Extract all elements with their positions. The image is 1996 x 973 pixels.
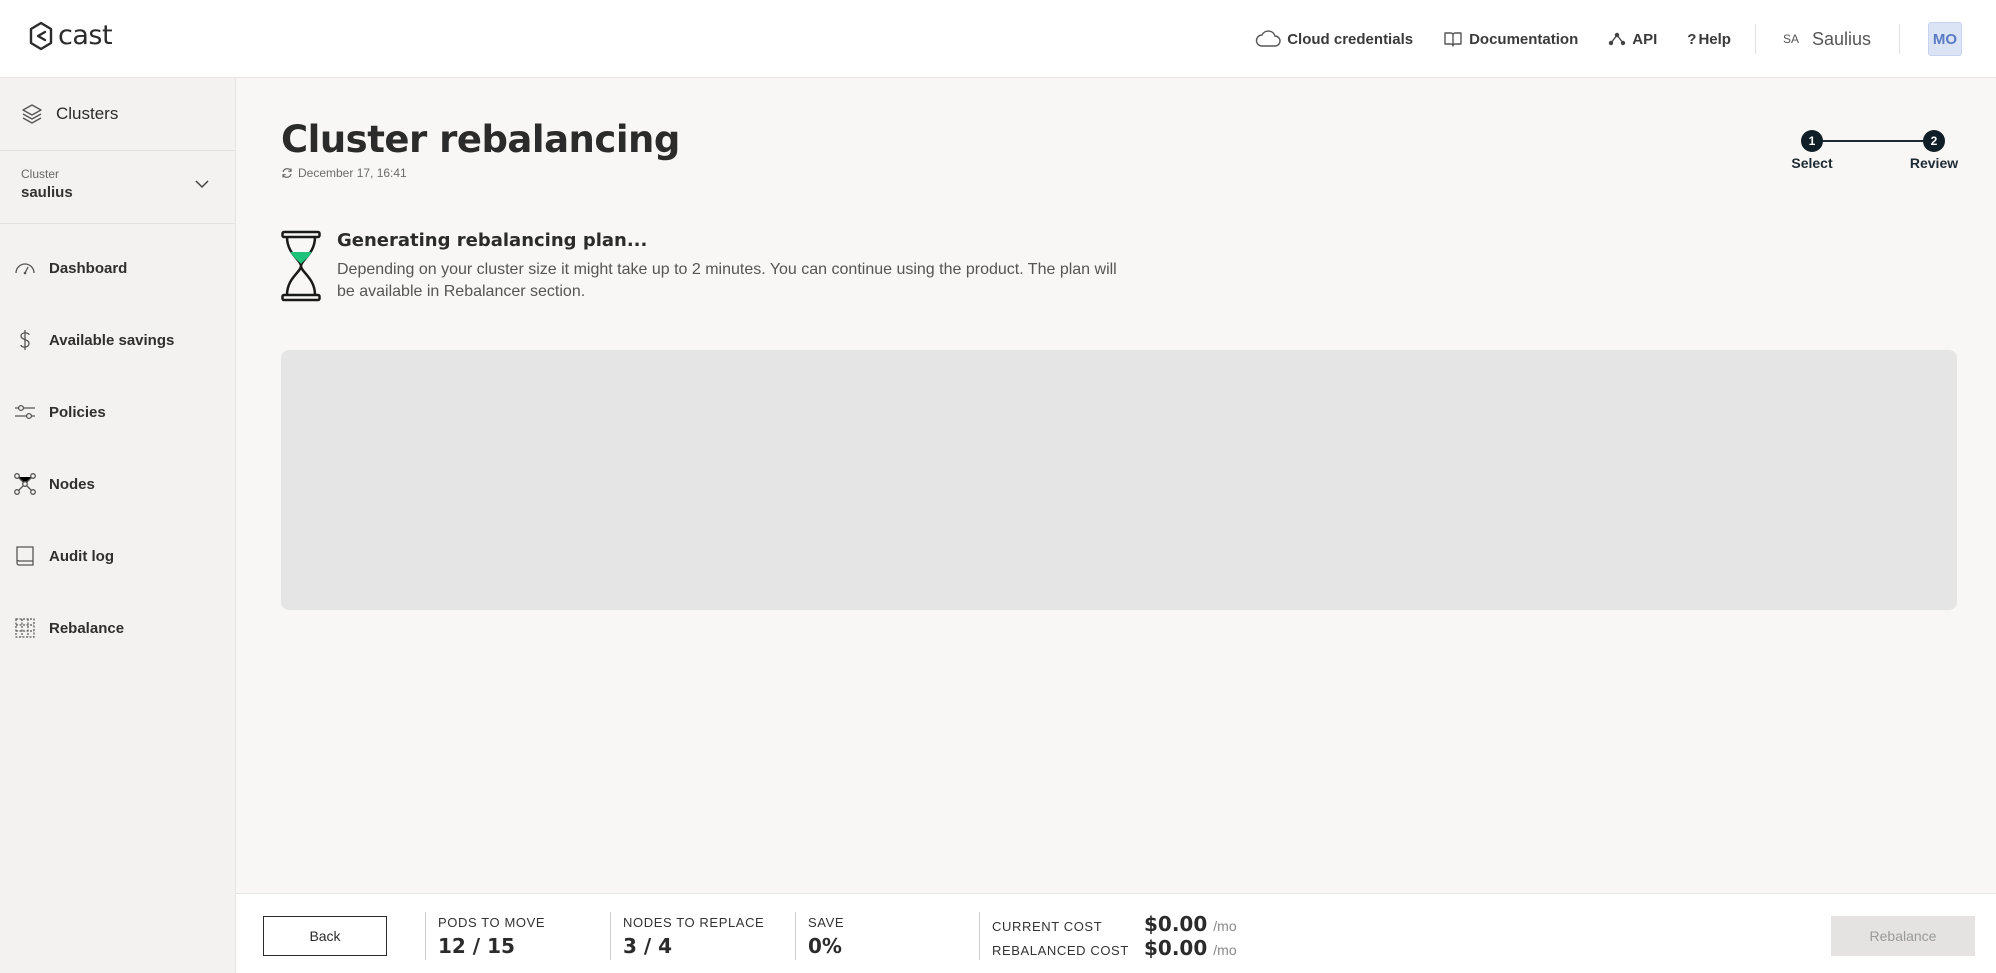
sidebar: Clusters Cluster saulius Dashboard Avail…	[0, 78, 236, 973]
cost-stat: CURRENT COST $0.00 /mo REBALANCED COST $…	[979, 912, 1299, 960]
timestamp-text: December 17, 16:41	[298, 166, 407, 180]
save-stat: SAVE 0%	[795, 912, 981, 960]
nav-api[interactable]: API	[1608, 31, 1657, 48]
step-label: Select	[1791, 155, 1833, 171]
stat-value: 3 / 4	[623, 934, 673, 958]
sidebar-item-label: Nodes	[49, 475, 95, 493]
sidebar-item-rebalance[interactable]: Rebalance	[0, 592, 235, 664]
sidebar-item-policies[interactable]: Policies	[0, 376, 235, 448]
cost-unit: /mo	[1213, 942, 1237, 958]
hourglass-icon	[281, 230, 321, 302]
step-label: Review	[1909, 155, 1959, 171]
pods-to-move-stat: PODS TO MOVE 12 / 15	[425, 912, 611, 960]
nav-label: API	[1632, 30, 1658, 48]
stat-label: NODES TO REPLACE	[623, 915, 765, 930]
step-number: 2	[1923, 130, 1945, 152]
generating-status: Generating rebalancing plan... Depending…	[281, 230, 1117, 303]
api-icon	[1609, 32, 1626, 46]
sidebar-nav: Dashboard Available savings Policies Nod…	[0, 224, 235, 664]
sliders-icon	[15, 404, 35, 420]
top-header: cast Cloud credentials Documentation API…	[0, 0, 1996, 78]
nav-documentation[interactable]: Documentation	[1443, 30, 1578, 48]
stat-label: PODS TO MOVE	[438, 915, 546, 930]
sidebar-item-label: Rebalance	[49, 619, 125, 637]
status-text-block: Generating rebalancing plan... Depending…	[337, 230, 1117, 303]
page-title: Cluster rebalancing	[281, 118, 680, 161]
user-initials: SA	[1782, 32, 1799, 46]
cost-value: $0.00	[1144, 912, 1208, 936]
nodes-to-replace-stat: NODES TO REPLACE 3 / 4	[610, 912, 796, 960]
cluster-select-value: saulius	[21, 184, 73, 201]
user-menu[interactable]: SA Saulius	[1780, 29, 1871, 50]
grid-icon	[15, 618, 35, 638]
step-review: 2 Review	[1910, 130, 1958, 171]
sidebar-item-label: Dashboard	[49, 259, 128, 277]
footer-bar: Back PODS TO MOVE 12 / 15 NODES TO REPLA…	[236, 893, 1996, 973]
sidebar-item-label: Policies	[49, 403, 106, 421]
sidebar-item-nodes[interactable]: Nodes	[0, 448, 235, 520]
refresh-icon[interactable]	[281, 167, 293, 179]
back-button[interactable]: Back	[263, 916, 387, 956]
plan-loading-placeholder	[281, 350, 1957, 610]
user-name: Saulius	[1811, 28, 1871, 49]
nav-label: Cloud credentials	[1287, 30, 1414, 48]
nav-divider	[1754, 24, 1756, 54]
rebalance-button[interactable]: Rebalance	[1831, 916, 1975, 956]
cost-unit: /mo	[1213, 918, 1237, 934]
chevron-down-icon	[195, 180, 209, 189]
cost-label: REBALANCED COST	[992, 943, 1129, 958]
sidebar-clusters-link[interactable]: Clusters	[0, 78, 235, 151]
current-cost-row: CURRENT COST $0.00 /mo	[992, 912, 1299, 936]
nodes-icon	[14, 473, 36, 495]
last-updated: December 17, 16:41	[281, 166, 407, 180]
sidebar-item-dashboard[interactable]: Dashboard	[0, 232, 235, 304]
org-badge[interactable]: MO	[1928, 22, 1962, 56]
cast-logo[interactable]: cast	[28, 20, 113, 51]
main-content: Cluster rebalancing December 17, 16:41 1…	[236, 78, 1996, 893]
status-description: Depending on your cluster size it might …	[337, 261, 1117, 300]
progress-stepper: 1 Select 2 Review	[1788, 130, 1958, 176]
cast-logo-icon	[29, 21, 53, 50]
stat-value: 12 / 15	[438, 934, 515, 958]
clusters-label: Clusters	[56, 104, 119, 123]
layers-icon	[22, 104, 42, 124]
dollar-icon	[20, 330, 30, 350]
status-title: Generating rebalancing plan...	[337, 230, 648, 251]
step-select: 1 Select	[1788, 130, 1836, 171]
cluster-select-label: Cluster	[21, 167, 60, 181]
cloud-icon	[1256, 30, 1281, 47]
sidebar-item-audit-log[interactable]: Audit log	[0, 520, 235, 592]
stat-value: 0%	[808, 934, 842, 958]
cost-label: CURRENT COST	[992, 919, 1103, 934]
nav-label: Help	[1698, 30, 1731, 48]
sidebar-item-available-savings[interactable]: Available savings	[0, 304, 235, 376]
rebalanced-cost-row: REBALANCED COST $0.00 /mo	[992, 936, 1299, 960]
gauge-icon	[15, 263, 35, 275]
sidebar-item-label: Audit log	[49, 547, 114, 565]
nav-label: Documentation	[1469, 30, 1579, 48]
stat-label: SAVE	[808, 915, 845, 930]
brand-name: cast	[58, 20, 113, 51]
cluster-select[interactable]: Cluster saulius	[0, 151, 235, 224]
question-icon: ?	[1687, 30, 1697, 48]
top-nav: Cloud credentials Documentation API ? He…	[1225, 0, 1996, 78]
step-number: 1	[1801, 130, 1823, 152]
sidebar-item-label: Available savings	[49, 331, 175, 349]
book-open-icon	[1444, 32, 1462, 47]
book-icon	[16, 546, 34, 566]
nav-help[interactable]: ? Help	[1687, 31, 1731, 48]
nav-divider	[1899, 24, 1900, 54]
cost-value: $0.00	[1144, 936, 1208, 960]
nav-cloud-credentials[interactable]: Cloud credentials	[1255, 30, 1413, 48]
